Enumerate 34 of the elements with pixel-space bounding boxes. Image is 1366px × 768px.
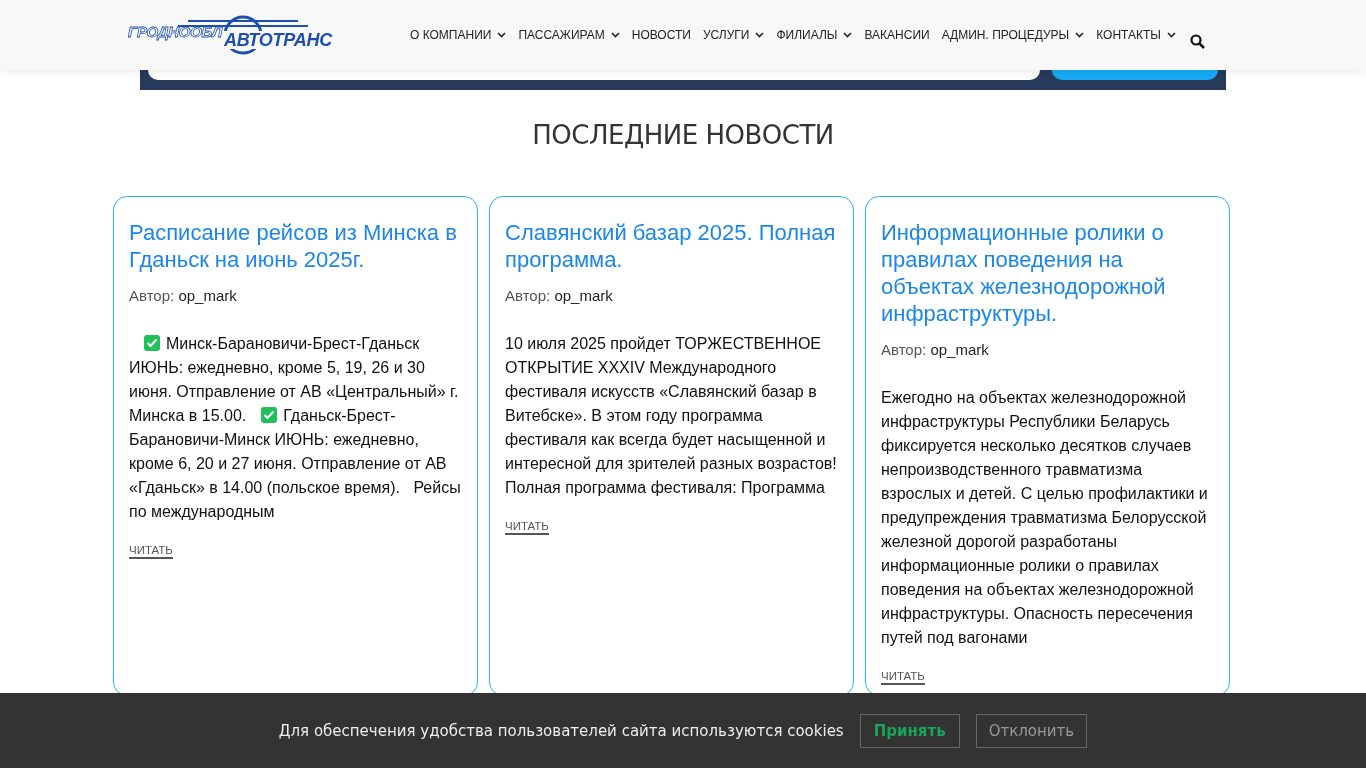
author-label: Автор: <box>129 287 175 304</box>
news-excerpt: 10 июля 2025 пройдет ТОРЖЕСТВЕННОЕ ОТКРЫТИЕ XXXIV Международного фестиваля искусств «Славянский базар в Витебске». В этом году программа фестиваля как всегда будет насыщенной и интересной для зрителей разных возрастов! Полная программа фестиваля: Программа <box>505 334 838 498</box>
author-label: Автор: <box>881 341 927 358</box>
decline-button[interactable]: Отклонить <box>975 713 1088 748</box>
author-label: Автор: <box>505 287 551 304</box>
check-mark-icon <box>261 407 278 423</box>
news-title[interactable]: Расписание рейсов из Минска в Гданьск на июнь 2025г. <box>129 219 462 273</box>
news-excerpt: Минск-Барановичи-Брест-Гданьск ИЮНЬ: ежедневно, кроме 5, 19, 26 и 30 июня. Отправление от АВ «Центральный» г. Минска в 15.00. Гданьск-Брест-Барановичи-Минск ИЮНЬ: ежедневно, кроме 6, 20 и 27 июня. Отправление от АВ «Гданьск» в 14.00 (польское время). Рейсы по международным <box>129 334 462 522</box>
check-mark-icon <box>144 335 160 351</box>
nav-link[interactable]: АДМИН. ПРОЦЕДУРЫ <box>941 28 1085 42</box>
cookie-message: Для обеспечения удобства пользователей сайта используются cookies <box>278 721 844 740</box>
news-title[interactable]: Славянский базар 2025. Полная программа. <box>505 219 838 273</box>
nav-link[interactable]: О КОМПАНИИ <box>410 28 507 42</box>
nav-link[interactable]: ФИЛИАЛЫ <box>776 28 853 42</box>
nav-link[interactable]: КОНТАКТЫ <box>1096 28 1176 42</box>
nav-link[interactable]: ПАССАЖИРАМ <box>518 28 620 42</box>
nav-link[interactable]: ВАКАНСИИ <box>864 28 930 42</box>
read-more-link[interactable]: ЧИТАТЬ <box>881 670 925 685</box>
search-button[interactable] <box>1052 70 1218 80</box>
search-icon[interactable] <box>1189 33 1205 49</box>
news-excerpt: Ежегодно на объектах железнодорожной инфраструктуры Республики Беларусь фиксируется несколько десятков случаев непроизводственного травматизма взрослых и детей. С целью профилактики и предупреждения травматизма Белорусской железной дорогой разработаны информационные ролики о правилах поведения на объектах железнодорожной инфраструктуры. Опасность пересечения путей под вагонами <box>881 388 1209 648</box>
logo-text: ГРОДНООБЛ <box>128 22 223 40</box>
section-title: ПОСЛЕДНИЕ НОВОСТИ <box>531 120 835 150</box>
author-name: op_mark <box>554 287 613 304</box>
author-name: op_mark <box>178 287 237 304</box>
author-name: op_mark <box>930 341 989 358</box>
accept-button[interactable]: Принять <box>859 713 960 748</box>
read-more-link[interactable]: ЧИТАТЬ <box>505 520 549 535</box>
news-title[interactable]: Информационные ролики о правилах поведения на объектах железнодорожной инфраструктуры. <box>881 219 1214 327</box>
logo-text: АВТОТРАНС <box>222 31 334 49</box>
search-field[interactable] <box>148 70 1040 80</box>
nav-link[interactable]: НОВОСТИ <box>631 28 691 42</box>
nav-link[interactable]: УСЛУГИ <box>702 28 765 42</box>
read-more-link[interactable]: ЧИТАТЬ <box>129 544 173 559</box>
